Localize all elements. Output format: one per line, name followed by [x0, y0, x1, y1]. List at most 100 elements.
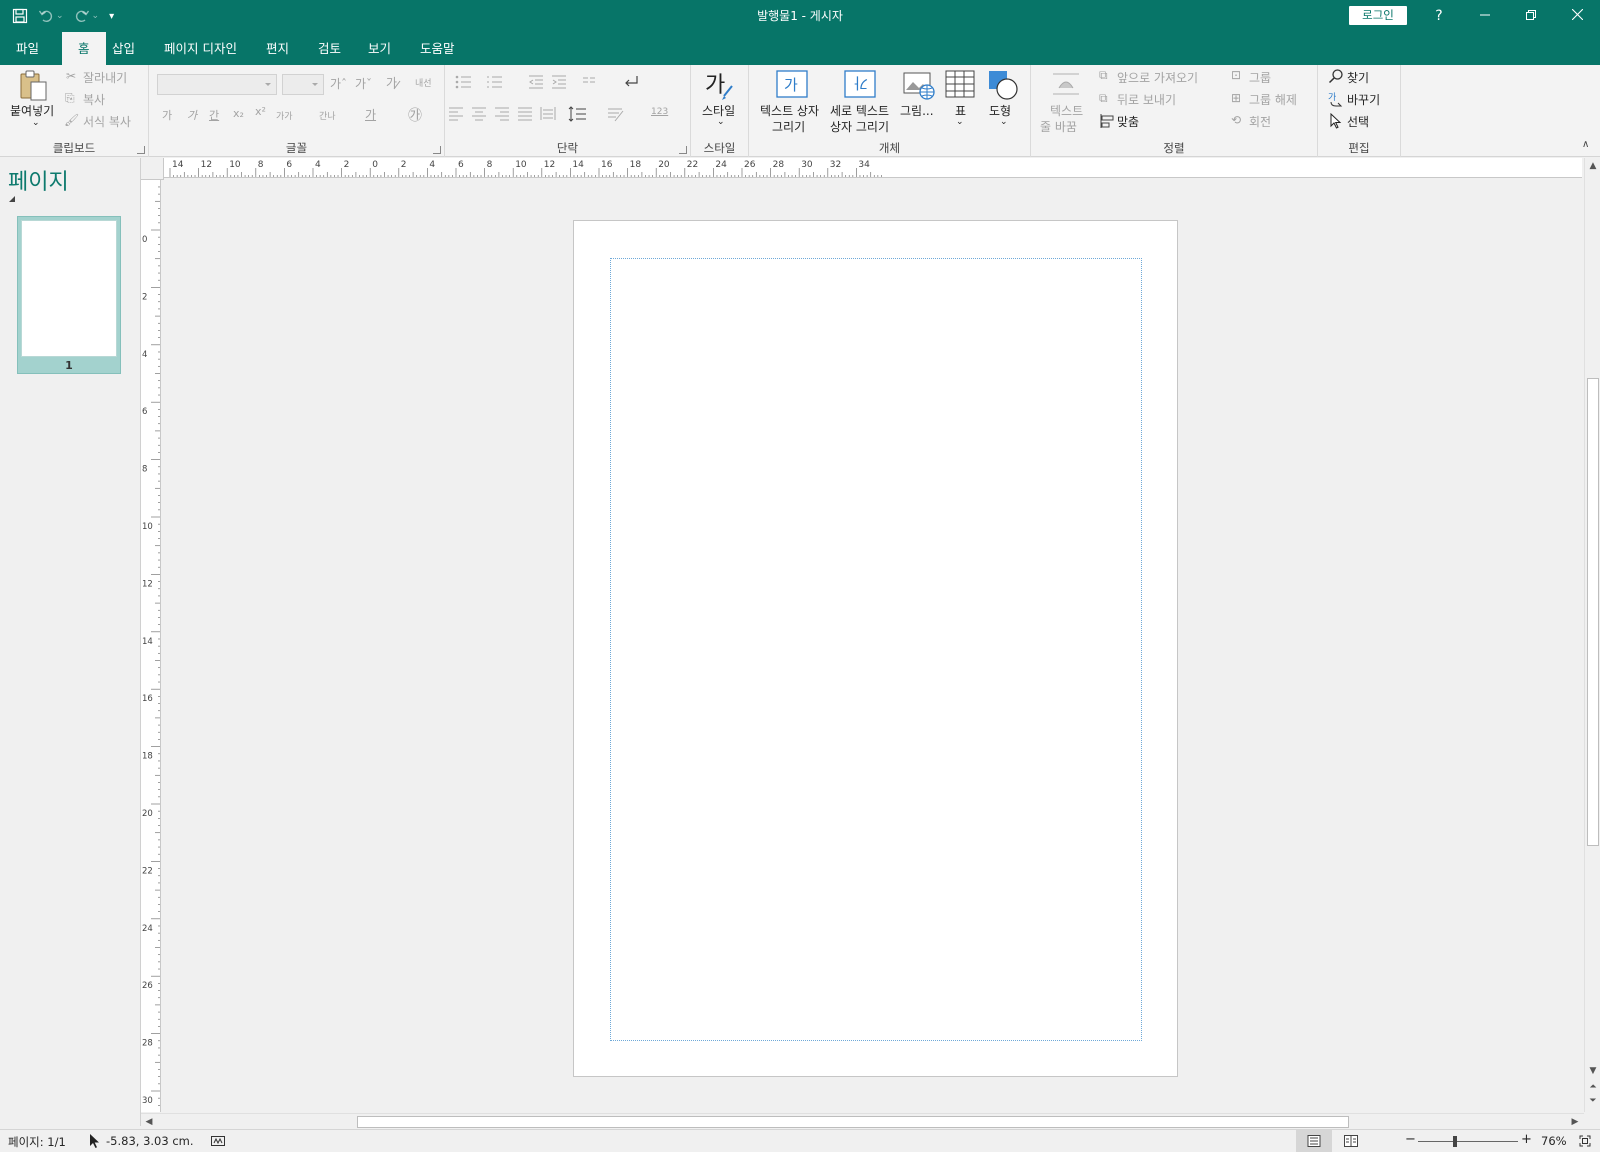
single-page-view-icon[interactable] — [1296, 1130, 1332, 1152]
redo-icon[interactable] — [74, 4, 90, 28]
increase-indent-icon[interactable] — [551, 74, 567, 93]
align-right-icon[interactable] — [494, 105, 510, 124]
font-effects-button[interactable]: ㉮ — [408, 105, 422, 125]
send-backward-button[interactable]: 뒤로 보내기 — [1117, 91, 1176, 108]
zoom-slider[interactable] — [1418, 1141, 1518, 1142]
shrink-font-button[interactable]: 가ˇ — [355, 75, 372, 92]
group-button[interactable]: 그룹 — [1249, 69, 1271, 86]
restore-icon[interactable] — [1508, 0, 1554, 32]
select-cursor-icon[interactable] — [1329, 112, 1343, 132]
show-paragraph-marks-icon[interactable] — [623, 74, 643, 95]
search-icon[interactable] — [1328, 68, 1344, 87]
text-direction-button[interactable]: 내선 — [415, 76, 432, 89]
close-icon[interactable] — [1554, 0, 1600, 32]
align-left-icon[interactable] — [448, 105, 464, 124]
bold-button[interactable]: 가 — [162, 107, 172, 123]
zoom-level[interactable]: 76% — [1541, 1134, 1567, 1148]
clipboard-launcher-icon[interactable] — [137, 146, 145, 154]
wrap-text-label-line1[interactable]: 텍스트 — [1050, 102, 1083, 119]
picture-icon[interactable] — [903, 70, 935, 103]
vertical-scroll-thumb[interactable] — [1587, 378, 1599, 846]
vertical-textbox-label-line2[interactable]: 상자 그리기 — [830, 118, 889, 135]
publication-page[interactable] — [573, 220, 1178, 1077]
horizontal-ruler[interactable]: 14 12 10 8 6 4 2 0 2 4 6 8 10 12 14 16 18 20 22 24 26 28 30 32 3… — [164, 158, 1582, 178]
vertical-ruler[interactable]: 0 2 4 6 8 10 12 14 16 18 20 22 24 26 28 30 — [141, 180, 161, 1112]
collapse-pane-icon[interactable] — [9, 196, 15, 202]
help-button[interactable]: ? — [1416, 0, 1462, 32]
tab-insert[interactable]: 삽입 — [100, 32, 147, 65]
customize-icon[interactable]: ▾ — [109, 4, 114, 28]
numbering-icon[interactable] — [486, 74, 508, 93]
vertical-textbox-label-line1[interactable]: 세로 텍스트 — [830, 102, 889, 119]
textbox-label-line2[interactable]: 그리기 — [772, 118, 805, 135]
undo-icon[interactable] — [38, 4, 54, 28]
paragraph-shading-icon[interactable] — [607, 105, 627, 126]
align-button[interactable]: 맞춤 — [1117, 113, 1139, 130]
tab-help[interactable]: 도움말 — [408, 32, 467, 65]
cut-button[interactable]: 잘라내기 — [83, 69, 127, 86]
vertical-scrollbar[interactable]: ▲ ▼ ⏶ ⏷ — [1584, 158, 1600, 1112]
redo-dropdown-icon[interactable]: ⌄ — [92, 4, 100, 28]
paste-button[interactable]: 붙여넣기 — [10, 102, 54, 119]
paste-dropdown-icon[interactable]: ⌄ — [32, 118, 40, 128]
align-icon[interactable] — [1099, 113, 1115, 132]
replace-button[interactable]: 바꾸기 — [1347, 91, 1380, 108]
scroll-down-icon[interactable]: ▼ — [1586, 1064, 1600, 1078]
paragraph-launcher-icon[interactable] — [679, 146, 687, 154]
scroll-up-icon[interactable]: ▲ — [1586, 159, 1600, 173]
decrease-indent-icon[interactable] — [528, 74, 544, 93]
italic-button[interactable]: 가 — [187, 107, 197, 123]
font-size-combo[interactable] — [282, 74, 324, 95]
two-page-view-icon[interactable] — [1336, 1130, 1366, 1152]
line-spacing-icon[interactable] — [568, 105, 590, 126]
distribute-icon[interactable] — [540, 105, 556, 124]
ruler-corner[interactable] — [141, 158, 164, 180]
page-thumbnail[interactable]: 1 — [17, 216, 121, 374]
tab-page-design[interactable]: 페이지 디자인 — [152, 32, 249, 65]
underline-button[interactable]: 간 — [209, 107, 219, 123]
bring-forward-button[interactable]: 앞으로 가져오기 — [1117, 69, 1198, 86]
table-dropdown-icon[interactable]: ⌄ — [956, 117, 964, 127]
zoom-in-button[interactable]: + — [1521, 1132, 1532, 1147]
superscript-button[interactable]: x² — [255, 105, 266, 118]
undo-dropdown-icon[interactable]: ⌄ — [56, 4, 64, 28]
styles-dropdown-icon[interactable]: ⌄ — [717, 117, 725, 127]
select-button[interactable]: 선택 — [1347, 113, 1369, 130]
tab-mailings[interactable]: 편지 — [254, 32, 301, 65]
shapes-dropdown-icon[interactable]: ⌄ — [1000, 117, 1008, 127]
bullets-icon[interactable] — [455, 74, 477, 93]
wrap-text-icon[interactable] — [1051, 70, 1081, 101]
ungroup-button[interactable]: 그룹 해제 — [1249, 91, 1297, 108]
copy-button[interactable]: 복사 — [83, 91, 105, 108]
replace-icon[interactable]: 가 — [1328, 91, 1344, 110]
tab-home[interactable]: 홈 — [62, 32, 106, 65]
paste-icon[interactable] — [18, 70, 48, 105]
login-button[interactable]: 로그인 — [1349, 6, 1407, 25]
fit-page-icon[interactable] — [1576, 1130, 1594, 1152]
zoom-slider-thumb[interactable] — [1453, 1136, 1457, 1147]
character-spacing-button[interactable]: 간나 — [319, 109, 336, 122]
zoom-out-button[interactable]: − — [1405, 1132, 1416, 1147]
find-button[interactable]: 찾기 — [1347, 69, 1369, 86]
grow-font-button[interactable]: 가ˆ — [330, 75, 347, 92]
align-center-icon[interactable] — [471, 105, 487, 124]
save-icon[interactable] — [12, 4, 28, 28]
change-case-button[interactable]: 가가 — [276, 109, 293, 122]
table-icon[interactable] — [945, 70, 975, 101]
next-page-icon[interactable]: ⏷ — [1586, 1094, 1600, 1108]
shapes-icon[interactable] — [988, 70, 1018, 103]
textbox-icon[interactable]: 가 — [776, 70, 808, 101]
justify-icon[interactable] — [517, 105, 533, 124]
columns-icon[interactable] — [582, 74, 608, 93]
scroll-left-icon[interactable]: ◀ — [142, 1115, 156, 1129]
wrap-text-label-line2[interactable]: 줄 바꿈 — [1040, 118, 1077, 135]
font-launcher-icon[interactable] — [433, 146, 441, 154]
page-indicator[interactable]: 페이지: 1/1 — [8, 1134, 66, 1150]
horizontal-scrollbar[interactable]: ◀ ▶ — [141, 1113, 1584, 1129]
textbox-label-line1[interactable]: 텍스트 상자 — [760, 102, 819, 119]
subscript-button[interactable]: x₂ — [233, 107, 244, 120]
picture-button[interactable]: 그림... — [900, 102, 934, 119]
tab-file[interactable]: 파일 — [4, 32, 51, 65]
collapse-ribbon-icon[interactable]: ∧ — [1582, 139, 1589, 150]
tab-review[interactable]: 검토 — [306, 32, 353, 65]
